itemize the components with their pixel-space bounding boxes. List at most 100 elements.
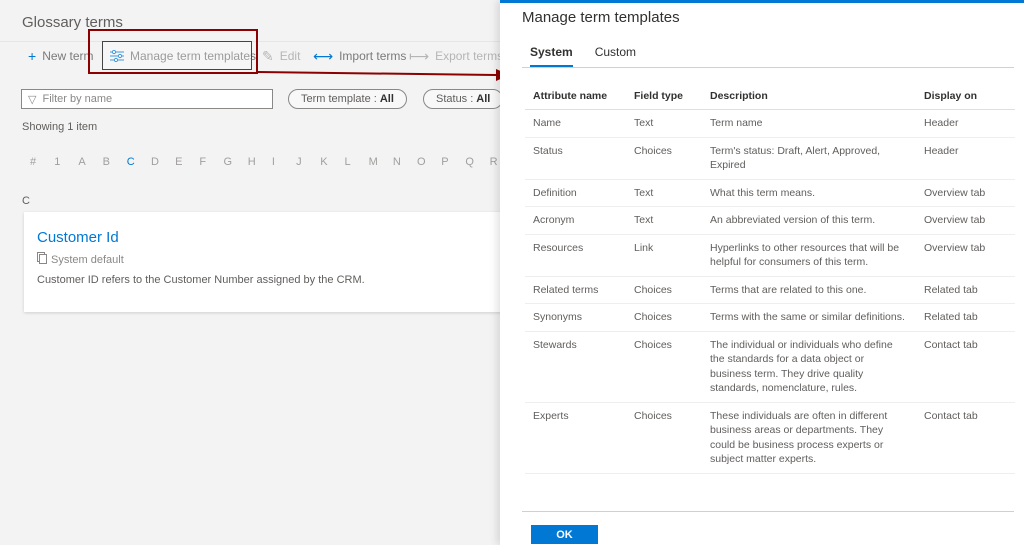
alphabet-letter[interactable]: L — [344, 156, 368, 168]
alphabet-letter[interactable]: R — [490, 156, 500, 168]
tabs-divider — [522, 67, 1014, 68]
alphabet-letter[interactable]: F — [199, 156, 223, 168]
table-cell: Choices — [626, 331, 702, 403]
table-cell: Text — [626, 206, 702, 235]
alphabet-letter[interactable]: J — [296, 156, 320, 168]
edit-label: Edit — [279, 49, 301, 63]
table-row: Acronym Text An abbreviated version of thi… — [525, 206, 1015, 235]
filter-placeholder: Filter by name — [42, 93, 113, 105]
plus-icon: + — [28, 48, 37, 64]
term-template-filter-value: All — [379, 93, 394, 105]
table-row: Synonyms Choices Terms with the same or si… — [525, 303, 1015, 332]
alphabet-letter[interactable]: A — [78, 156, 102, 168]
term-template-filter-pill[interactable]: Term template : All — [288, 89, 407, 109]
export-arrow-icon: ⟼ — [409, 48, 430, 64]
attributes-table: Attribute name Field type Description Di… — [525, 82, 1015, 474]
table-cell: Contact tab — [916, 402, 1015, 474]
table-cell: Text — [626, 109, 702, 138]
table-cell: The individual or individuals who define… — [702, 331, 916, 403]
table-cell: Related tab — [916, 303, 1015, 332]
column-header: Description — [702, 82, 916, 110]
table-row: Status Choices Term's status: Draft, Alert… — [525, 137, 1015, 180]
table-cell: Hyperlinks to other resources that will … — [702, 234, 916, 277]
table-cell: Definition — [525, 179, 626, 207]
column-header: Display on — [916, 82, 1015, 110]
new-term-button[interactable]: + New term — [28, 49, 94, 63]
table-cell: Term name — [702, 109, 916, 138]
column-header: Field type — [626, 82, 702, 110]
table-cell: These individuals are often in different… — [702, 402, 916, 474]
column-header: Attribute name — [525, 82, 626, 110]
table-cell: Acronym — [525, 206, 626, 235]
edit-button[interactable]: ✎ Edit — [262, 49, 300, 63]
alphabet-letter[interactable]: O — [417, 156, 441, 168]
import-terms-button[interactable]: ⟷ Import terms — [313, 49, 406, 63]
callout-highlight-box — [88, 29, 258, 74]
term-template-filter-label: Term template : — [301, 93, 377, 105]
alphabet-letter[interactable]: P — [441, 156, 465, 168]
table-cell: Choices — [626, 137, 702, 180]
alphabet-letter[interactable]: # — [30, 156, 54, 168]
term-title-link[interactable]: Customer Id — [37, 229, 119, 246]
tab-custom[interactable]: Custom — [595, 45, 636, 67]
document-icon — [37, 252, 47, 267]
table-cell: Terms that are related to this one. — [702, 276, 916, 304]
alphabet-letter[interactable]: D — [151, 156, 175, 168]
alphabet-letter[interactable]: M — [369, 156, 393, 168]
alphabet-letter[interactable]: E — [175, 156, 199, 168]
alphabet-letter[interactable]: B — [103, 156, 127, 168]
status-filter-pill[interactable]: Status : All — [423, 89, 500, 109]
export-terms-button[interactable]: ⟼ Export terms — [409, 49, 500, 63]
table-cell: Related terms — [525, 276, 626, 304]
filter-icon: ▽ — [28, 93, 37, 106]
alphabet-letter[interactable]: C — [127, 156, 151, 168]
table-cell: Terms with the same or similar definitio… — [702, 303, 916, 332]
table-cell: Choices — [626, 402, 702, 474]
table-row: Related terms Choices Terms that are relat… — [525, 276, 1015, 304]
panel-tabs: System Custom — [530, 45, 658, 67]
tab-system[interactable]: System — [530, 45, 573, 67]
alphabet-letter[interactable]: 1 — [54, 156, 78, 168]
footer-divider — [522, 511, 1014, 512]
filter-by-name-input[interactable]: ▽ Filter by name — [21, 89, 273, 109]
alphabet-letter[interactable]: I — [272, 156, 296, 168]
table-cell: What this term means. — [702, 179, 916, 207]
result-count: Showing 1 item — [22, 121, 98, 133]
term-description: Customer ID refers to the Customer Numbe… — [37, 274, 365, 286]
alphabet-letter[interactable]: H — [248, 156, 272, 168]
table-row: Name Text Term name Header — [525, 109, 1015, 138]
table-cell: Choices — [626, 303, 702, 332]
table-cell: Overview tab — [916, 206, 1015, 235]
table-row: Definition Text What this term means. Overv… — [525, 179, 1015, 207]
alphabet-letter[interactable]: N — [393, 156, 417, 168]
table-cell: Synonyms — [525, 303, 626, 332]
table-row: Resources Link Hyperlinks to other resourc… — [525, 234, 1015, 277]
table-cell: Name — [525, 109, 626, 138]
import-terms-label: Import terms — [339, 49, 407, 63]
status-filter-label: Status : — [436, 93, 474, 105]
ok-button[interactable]: OK — [531, 525, 598, 544]
table-row: Experts Choices These individuals are ofte… — [525, 402, 1015, 474]
term-template-label: System default — [51, 253, 124, 266]
import-arrow-icon: ⟷ — [313, 48, 334, 64]
table-cell: Contact tab — [916, 331, 1015, 403]
glossary-term-card[interactable]: Customer Id System default Customer ID r… — [24, 212, 500, 312]
table-cell: Overview tab — [916, 234, 1015, 277]
alphabet-letter[interactable]: G — [224, 156, 248, 168]
alphabet-letter[interactable]: K — [320, 156, 344, 168]
panel-title: Manage term templates — [522, 9, 680, 26]
table-cell: Header — [916, 137, 1015, 180]
glossary-page: Glossary terms + New term Manage term te… — [0, 0, 500, 545]
new-term-label: New term — [42, 49, 94, 63]
table-cell: Experts — [525, 402, 626, 474]
section-letter: C — [22, 195, 30, 207]
table-cell: Status — [525, 137, 626, 180]
alphabet-letter[interactable]: Q — [465, 156, 489, 168]
table-body: Name Text Term name Header Status Choices Term… — [525, 109, 1015, 474]
table-cell: Stewards — [525, 331, 626, 403]
table-cell: Overview tab — [916, 179, 1015, 207]
table-cell: Link — [626, 234, 702, 277]
table-header-row: Attribute name Field type Description Di… — [525, 82, 1015, 110]
table-cell: Related tab — [916, 276, 1015, 304]
status-filter-value: All — [476, 93, 491, 105]
